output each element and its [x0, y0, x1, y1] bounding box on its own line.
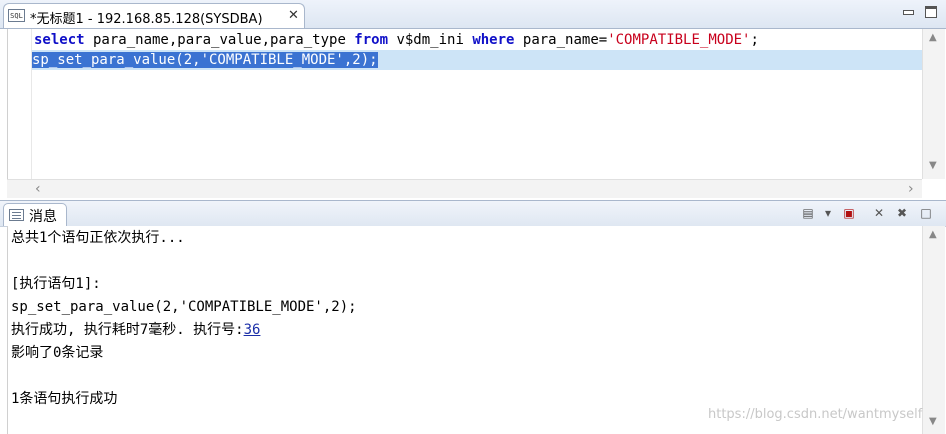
- code-token-text: v$dm_ini: [388, 32, 473, 48]
- message-line-1: 总共1个语句正依次执行...: [11, 230, 185, 246]
- editor-vertical-scrollbar[interactable]: ▲ ▼: [922, 29, 945, 179]
- messages-vertical-scrollbar[interactable]: ▲ ▼: [922, 226, 945, 434]
- code-token-text: para_name=: [514, 32, 608, 48]
- sql-editor: SQL *无标题1 - 192.168.85.128(SYSDBA) ✕ sel…: [0, 0, 946, 200]
- editor-tabbar: SQL *无标题1 - 192.168.85.128(SYSDBA) ✕: [0, 0, 946, 29]
- messages-tab[interactable]: 消息: [3, 203, 67, 226]
- code-token-text: para_name,para_value,para_type: [84, 32, 355, 48]
- code-token-text: ;: [750, 32, 759, 48]
- message-line-5: 执行成功, 执行耗时7毫秒. 执行号:36: [11, 319, 260, 341]
- selected-text[interactable]: sp_set_para_value(2,'COMPATIBLE_MODE',2)…: [32, 52, 378, 68]
- scroll-down-arrow-icon[interactable]: ▼: [929, 160, 937, 171]
- editor-tab-title: *无标题1 - 192.168.85.128(SYSDBA): [30, 12, 263, 27]
- watermark: https://blog.csdn.net/wantmyself: [708, 407, 923, 422]
- exec-result-text: 执行成功, 执行耗时7毫秒. 执行号:: [11, 322, 244, 338]
- code-token-string: 'COMPATIBLE_MODE': [607, 32, 751, 48]
- scroll-left-arrow-icon[interactable]: ‹: [35, 181, 41, 197]
- exec-number-link[interactable]: 36: [244, 322, 261, 338]
- code-line-2[interactable]: sp_set_para_value(2,'COMPATIBLE_MODE',2)…: [32, 50, 924, 70]
- minimize-icon[interactable]: [902, 6, 914, 18]
- message-line-4: sp_set_para_value(2,'COMPATIBLE_MODE',2)…: [11, 299, 357, 315]
- scroll-right-arrow-icon[interactable]: ›: [908, 181, 914, 197]
- scroll-down-arrow-icon[interactable]: ▼: [929, 416, 937, 427]
- messages-content[interactable]: 总共1个语句正依次执行... [执行语句1]: sp_set_para_valu…: [7, 226, 923, 434]
- messages-tab-label: 消息: [29, 209, 57, 225]
- code-token-keyword: where: [472, 32, 515, 48]
- editor-horizontal-scrollbar[interactable]: ‹ ›: [7, 179, 922, 198]
- view-menu-icon[interactable]: ▤: [800, 205, 816, 221]
- messages-panel-header: 消息 ▤ ▾ ▣ ✕ ✖ □: [0, 200, 946, 227]
- remove-icon[interactable]: ✕: [871, 205, 887, 221]
- remove-all-icon[interactable]: ✖: [894, 205, 910, 221]
- clear-messages-icon[interactable]: ▣: [841, 205, 857, 221]
- scroll-up-arrow-icon[interactable]: ▲: [929, 229, 937, 240]
- message-line-3: [执行语句1]:: [11, 276, 101, 292]
- scroll-up-arrow-icon[interactable]: ▲: [929, 32, 937, 43]
- code-line-1[interactable]: select para_name,para_value,para_type fr…: [34, 30, 759, 50]
- line-gutter: [8, 29, 32, 179]
- editor-tab[interactable]: SQL *无标题1 - 192.168.85.128(SYSDBA) ✕: [3, 3, 305, 28]
- code-token-keyword: from: [354, 32, 389, 48]
- maximize-icon[interactable]: [925, 6, 937, 18]
- message-line-8: 1条语句执行成功: [11, 391, 118, 407]
- code-text-area[interactable]: select para_name,para_value,para_type fr…: [7, 29, 924, 179]
- code-token-keyword: select: [34, 32, 85, 48]
- dropdown-icon[interactable]: ▾: [820, 205, 836, 221]
- message-line-6: 影响了0条记录: [11, 345, 104, 361]
- sql-file-icon: SQL: [8, 9, 25, 22]
- close-icon[interactable]: ✕: [288, 8, 299, 23]
- maximize-panel-icon[interactable]: □: [918, 205, 934, 221]
- messages-icon: [9, 209, 24, 221]
